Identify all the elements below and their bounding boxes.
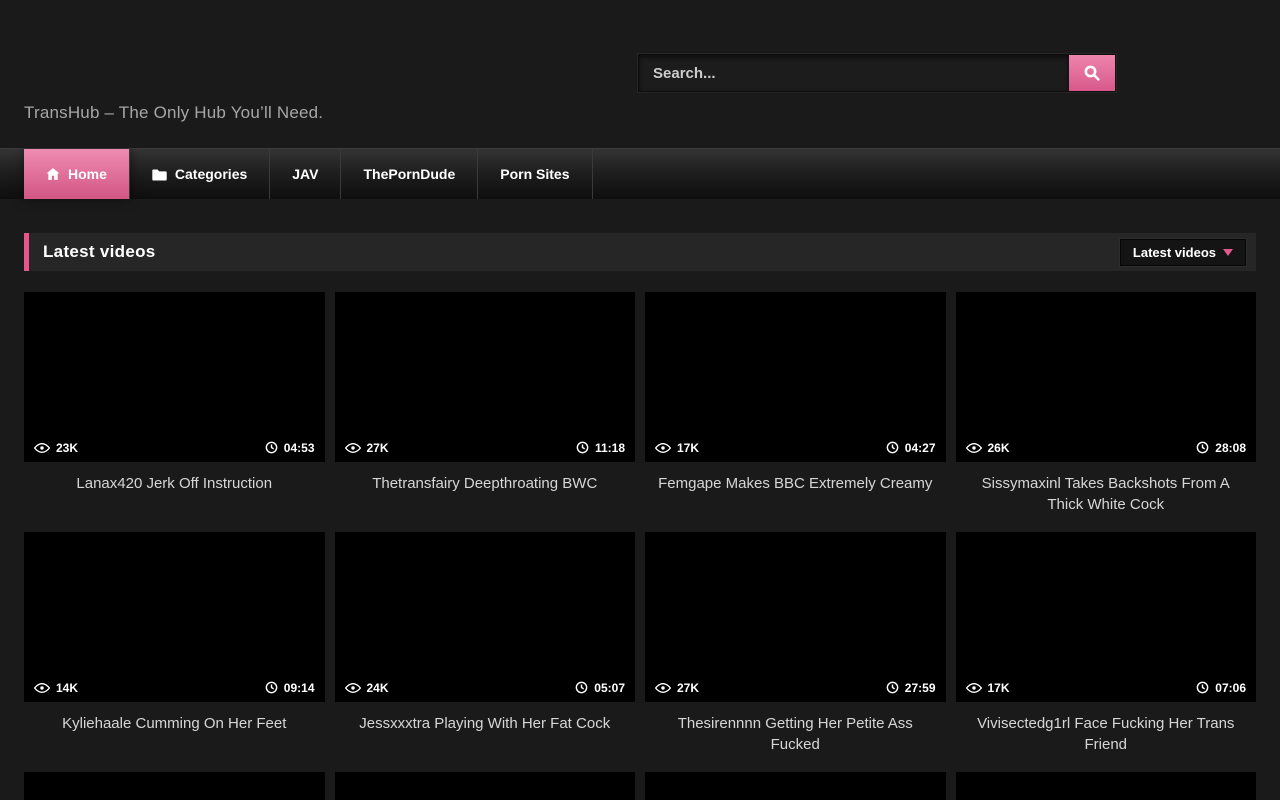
video-duration: 05:07 <box>594 681 625 695</box>
video-thumbnail[interactable]: 17K 04:27 <box>645 292 946 462</box>
eye-icon <box>655 682 671 694</box>
video-duration: 28:08 <box>1215 441 1246 455</box>
video-duration: 09:14 <box>284 681 315 695</box>
video-thumbnail[interactable] <box>645 772 946 800</box>
video-meta: 17K 07:06 <box>956 673 1257 702</box>
page-header: TransHub – The Only Hub You’ll Need. <box>0 0 1280 148</box>
video-meta: 14K 09:14 <box>24 673 325 702</box>
clock-icon <box>886 681 899 694</box>
search-form <box>638 54 1116 92</box>
video-thumbnail[interactable] <box>24 772 325 800</box>
home-icon <box>46 167 60 181</box>
view-count: 17K <box>988 681 1010 695</box>
eye-icon <box>34 682 50 694</box>
sort-dropdown-label: Latest videos <box>1133 245 1216 260</box>
video-thumbnail[interactable]: 23K 04:53 <box>24 292 325 462</box>
video-card[interactable]: 17K 07:06 Vivisectedg1rl Face Fucking He… <box>956 532 1257 772</box>
clock-icon <box>886 441 899 454</box>
latest-videos-section-bar: Latest videos Latest videos <box>24 233 1256 271</box>
nav-tab-theporndude[interactable]: ThePornDude <box>341 149 478 199</box>
video-meta: 27K 11:18 <box>335 433 636 462</box>
video-duration: 07:06 <box>1215 681 1246 695</box>
eye-icon <box>655 442 671 454</box>
view-count: 26K <box>988 441 1010 455</box>
view-count: 27K <box>677 681 699 695</box>
eye-icon <box>345 682 361 694</box>
sort-dropdown-button[interactable]: Latest videos <box>1120 239 1246 266</box>
video-thumbnail[interactable]: 24K 05:07 <box>335 532 636 702</box>
clock-icon <box>265 441 278 454</box>
nav-tab-label: Home <box>68 166 107 182</box>
clock-icon <box>576 441 589 454</box>
view-count: 24K <box>367 681 389 695</box>
main-content: Latest videos Latest videos 23K <box>0 233 1280 800</box>
video-card[interactable]: 26K 28:08 Sissymaxinl Takes Backshots Fr… <box>956 292 1257 532</box>
clock-icon <box>1196 441 1209 454</box>
nav-tab-home[interactable]: Home <box>24 149 130 199</box>
clock-icon <box>1196 681 1209 694</box>
video-thumbnail[interactable]: 14K 09:14 <box>24 532 325 702</box>
nav-tab-jav[interactable]: JAV <box>270 149 341 199</box>
video-duration: 04:27 <box>905 441 936 455</box>
video-card[interactable] <box>645 772 946 800</box>
video-grid: 23K 04:53 Lanax420 Jerk Off Instruction … <box>24 292 1256 800</box>
video-title[interactable]: Femgape Makes BBC Extremely Creamy <box>645 462 946 532</box>
search-button[interactable] <box>1069 55 1115 91</box>
folder-icon <box>152 168 167 181</box>
video-title[interactable]: Kyliehaale Cumming On Her Feet <box>24 702 325 772</box>
video-title[interactable]: Sissymaxinl Takes Backshots From A Thick… <box>956 462 1257 532</box>
video-card[interactable]: 27K 27:59 Thesirennnn Getting Her Petite… <box>645 532 946 772</box>
video-card[interactable]: 24K 05:07 Jessxxxtra Playing With Her Fa… <box>335 532 636 772</box>
video-card[interactable]: 23K 04:53 Lanax420 Jerk Off Instruction <box>24 292 325 532</box>
video-card[interactable]: 14K 09:14 Kyliehaale Cumming On Her Feet <box>24 532 325 772</box>
video-card[interactable] <box>956 772 1257 800</box>
nav-tab-label: ThePornDude <box>363 166 455 182</box>
main-navbar: Home Categories JAV ThePornDude Porn Sit… <box>0 148 1280 199</box>
nav-tab-categories[interactable]: Categories <box>130 149 270 199</box>
eye-icon <box>966 442 982 454</box>
view-count: 23K <box>56 441 78 455</box>
video-card[interactable]: 17K 04:27 Femgape Makes BBC Extremely Cr… <box>645 292 946 532</box>
nav-tab-label: Categories <box>175 166 247 182</box>
nav-tab-porn-sites[interactable]: Porn Sites <box>478 149 592 199</box>
video-title[interactable]: Vivisectedg1rl Face Fucking Her Trans Fr… <box>956 702 1257 772</box>
video-meta: 26K 28:08 <box>956 433 1257 462</box>
video-title[interactable]: Thetransfairy Deepthroating BWC <box>335 462 636 532</box>
video-title[interactable]: Thesirennnn Getting Her Petite Ass Fucke… <box>645 702 946 772</box>
nav-tab-label: JAV <box>292 166 318 182</box>
video-card[interactable] <box>335 772 636 800</box>
video-meta: 23K 04:53 <box>24 433 325 462</box>
view-count: 14K <box>56 681 78 695</box>
video-thumbnail[interactable]: 26K 28:08 <box>956 292 1257 462</box>
video-thumbnail[interactable]: 17K 07:06 <box>956 532 1257 702</box>
view-count: 17K <box>677 441 699 455</box>
search-input[interactable] <box>639 55 1069 91</box>
video-thumbnail[interactable]: 27K 27:59 <box>645 532 946 702</box>
video-duration: 04:53 <box>284 441 315 455</box>
video-meta: 27K 27:59 <box>645 673 946 702</box>
video-thumbnail[interactable] <box>335 772 636 800</box>
eye-icon <box>345 442 361 454</box>
video-card[interactable]: 27K 11:18 Thetransfairy Deepthroating BW… <box>335 292 636 532</box>
video-thumbnail[interactable]: 27K 11:18 <box>335 292 636 462</box>
section-title: Latest videos <box>43 242 156 262</box>
video-duration: 27:59 <box>905 681 936 695</box>
video-title[interactable]: Lanax420 Jerk Off Instruction <box>24 462 325 532</box>
eye-icon <box>966 682 982 694</box>
video-meta: 24K 05:07 <box>335 673 636 702</box>
video-meta: 17K 04:27 <box>645 433 946 462</box>
clock-icon <box>265 681 278 694</box>
site-tagline: TransHub – The Only Hub You’ll Need. <box>24 103 323 123</box>
video-thumbnail[interactable] <box>956 772 1257 800</box>
video-card[interactable] <box>24 772 325 800</box>
clock-icon <box>575 681 588 694</box>
video-title[interactable]: Jessxxxtra Playing With Her Fat Cock <box>335 702 636 772</box>
video-duration: 11:18 <box>595 441 625 455</box>
nav-tab-label: Porn Sites <box>500 166 569 182</box>
eye-icon <box>34 442 50 454</box>
magnifier-icon <box>1083 64 1101 82</box>
caret-down-icon <box>1223 248 1233 256</box>
view-count: 27K <box>367 441 389 455</box>
